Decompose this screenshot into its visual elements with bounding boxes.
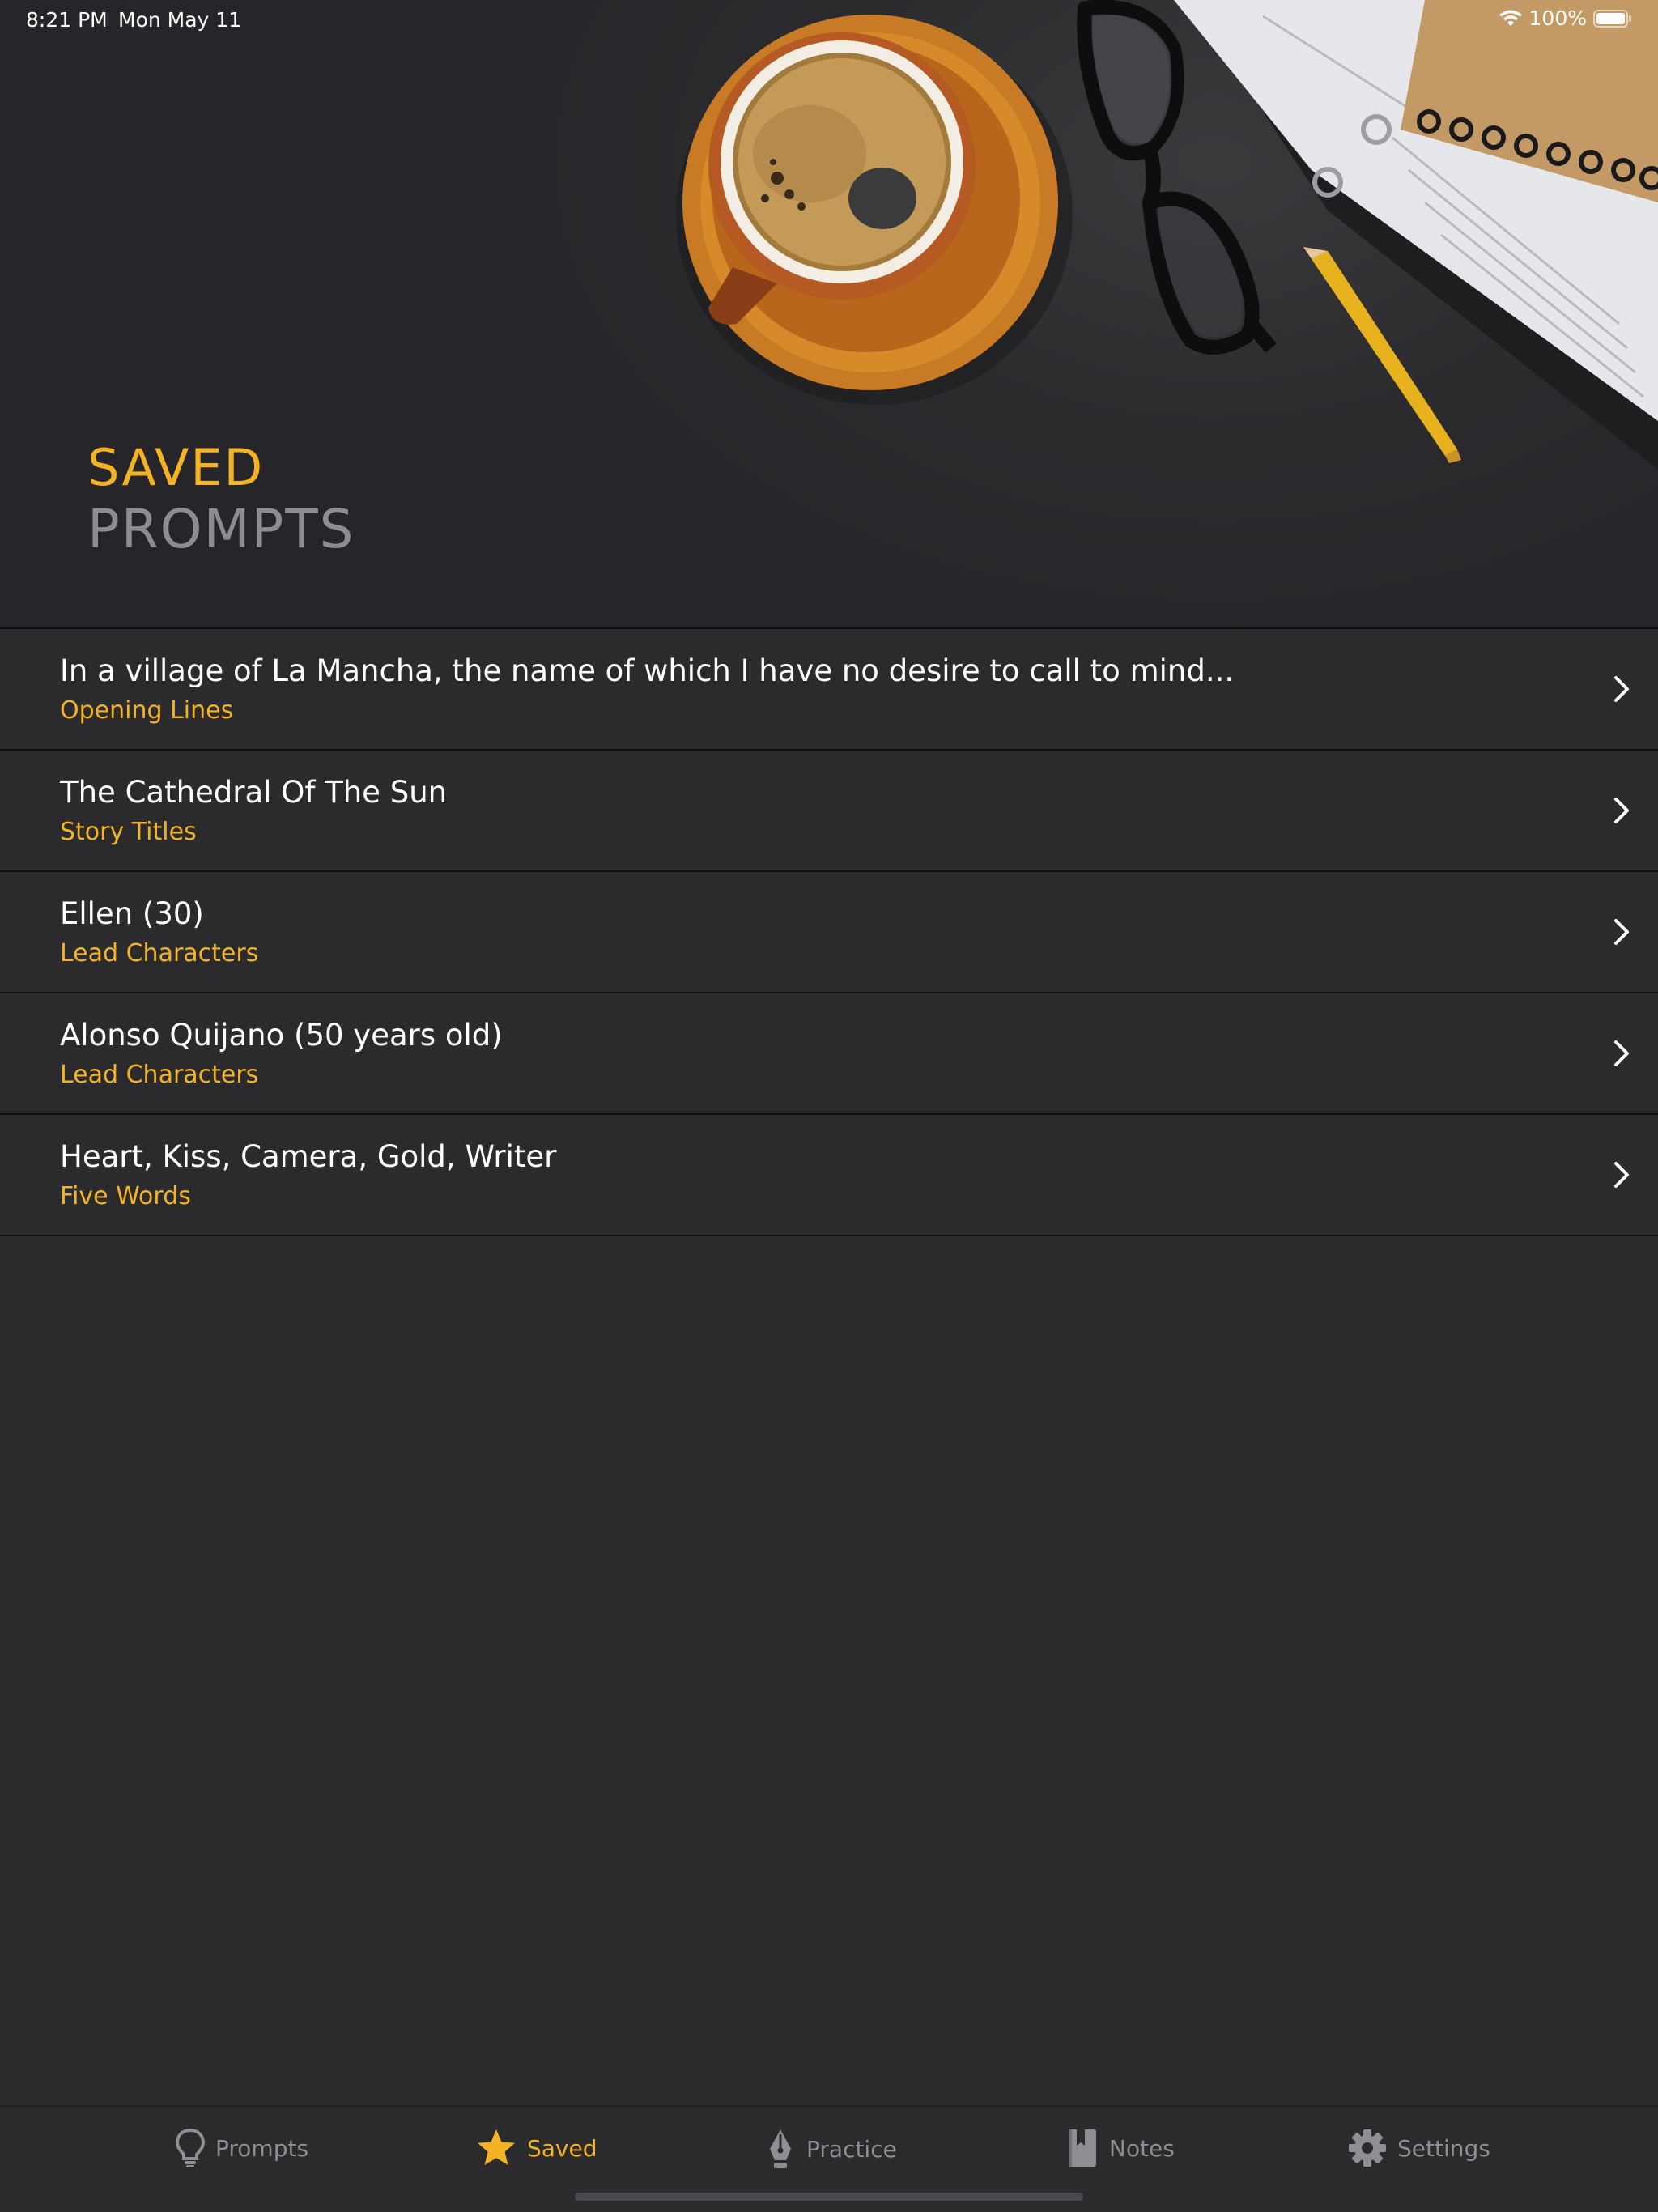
tab-practice[interactable]: Practice	[764, 2128, 897, 2170]
chevron-right-icon	[1614, 1040, 1629, 1066]
hero-banner: SAVED PROMPTS	[0, 0, 1658, 627]
list-item-title: Alonso Quijano (50 years old)	[60, 1018, 503, 1053]
chevron-right-icon	[1614, 798, 1629, 823]
list-item-category: Opening Lines	[60, 696, 234, 725]
list-item[interactable]: The Cathedral Of The Sun Story Titles	[0, 751, 1658, 872]
list-item-category: Lead Characters	[60, 939, 259, 968]
list-item[interactable]: In a village of La Mancha, the name of w…	[0, 629, 1658, 751]
list-item[interactable]: Alonso Quijano (50 years old) Lead Chara…	[0, 993, 1658, 1115]
status-date: Mon May 11	[118, 8, 242, 32]
page-title-line2: PROMPTS	[87, 498, 355, 560]
list-item[interactable]: Heart, Kiss, Camera, Gold, Writer Five W…	[0, 1115, 1658, 1236]
list-item-category: Five Words	[60, 1182, 191, 1210]
list-item-title: Ellen (30)	[60, 896, 204, 931]
chevron-right-icon	[1614, 676, 1629, 702]
tab-settings[interactable]: Settings	[1347, 2128, 1490, 2168]
status-time: 8:21 PM	[26, 8, 108, 32]
notebook-icon	[1069, 2129, 1096, 2167]
status-right: 100%	[1499, 6, 1632, 30]
saved-prompts-list: In a village of La Mancha, the name of w…	[0, 629, 1658, 1236]
lightbulb-icon	[175, 2128, 206, 2167]
list-item[interactable]: Ellen (30) Lead Characters	[0, 872, 1658, 993]
chevron-right-icon	[1614, 1162, 1629, 1188]
tab-label: Saved	[527, 2134, 597, 2162]
tab-prompts[interactable]: Prompts	[175, 2128, 308, 2168]
tab-label: Practice	[806, 2135, 897, 2163]
pen-nib-icon	[770, 2129, 791, 2168]
list-item-category: Story Titles	[60, 818, 197, 846]
star-icon	[478, 2129, 515, 2165]
tab-bar: Prompts Saved Practice Notes Settings	[0, 2105, 1658, 2212]
chevron-right-icon	[1614, 919, 1629, 945]
list-item-category: Lead Characters	[60, 1061, 259, 1089]
tab-label: Prompts	[215, 2134, 309, 2162]
tab-label: Settings	[1397, 2134, 1490, 2162]
tab-notes[interactable]: Notes	[1065, 2128, 1175, 2168]
status-bar: 8:21 PM Mon May 11 100%	[0, 0, 1658, 39]
wifi-icon	[1499, 10, 1522, 26]
tab-label: Notes	[1109, 2134, 1175, 2162]
page-title: SAVED PROMPTS	[87, 437, 355, 560]
battery-percent: 100%	[1528, 6, 1587, 30]
list-item-title: Heart, Kiss, Camera, Gold, Writer	[60, 1139, 557, 1174]
battery-icon	[1593, 9, 1631, 28]
home-indicator[interactable]	[575, 2193, 1083, 2201]
tab-saved[interactable]: Saved	[475, 2128, 597, 2168]
page-title-line1: SAVED	[87, 438, 265, 497]
list-item-title: In a village of La Mancha, the name of w…	[60, 653, 1235, 688]
list-item-title: The Cathedral Of The Sun	[60, 775, 448, 810]
gear-icon	[1349, 2129, 1386, 2167]
